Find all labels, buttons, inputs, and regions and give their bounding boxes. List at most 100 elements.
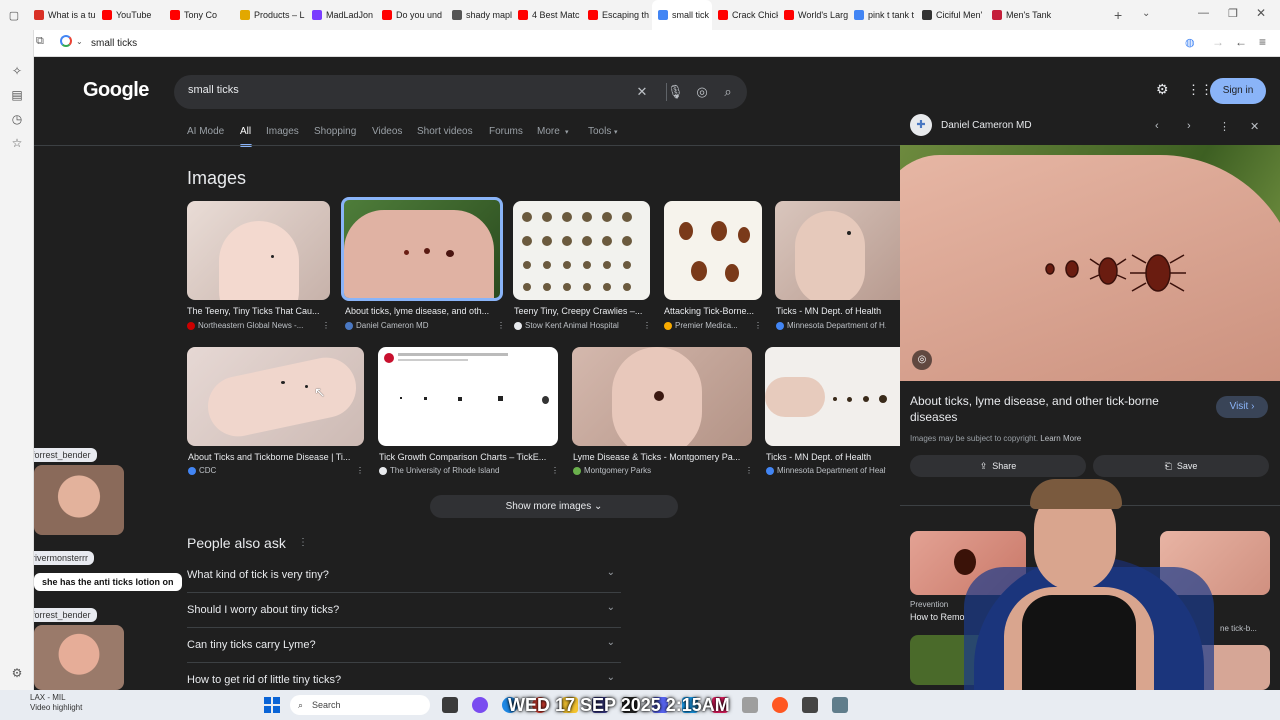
tab-list-chevron-icon[interactable]: ⌄ (1142, 8, 1150, 19)
app-icon-6[interactable] (772, 697, 788, 713)
image-source[interactable]: CDC (188, 466, 350, 475)
back-icon[interactable]: ← (1235, 35, 1247, 49)
image-source[interactable]: Minnesota Department of Health (766, 466, 886, 475)
prev-image-icon[interactable]: ‹ (1155, 120, 1159, 132)
preview-image[interactable]: ◎ (900, 145, 1280, 381)
image-source[interactable]: Daniel Cameron MD (345, 321, 491, 330)
taskbar-search[interactable]: ⌕ Search (290, 695, 430, 715)
expand-chevron-icon[interactable]: ⌄ (607, 637, 615, 648)
paa-more-options-icon[interactable]: ⋮ (298, 537, 308, 548)
clear-search-icon[interactable]: ✕ (634, 84, 650, 100)
settings-gear-icon[interactable]: ⚙ (10, 666, 24, 680)
nav-tab-forums[interactable]: Forums (489, 126, 523, 137)
image-more-icon[interactable]: ⋮ (643, 321, 651, 330)
nav-tab-more[interactable]: More (537, 126, 560, 137)
learn-more-link[interactable]: Learn More (1040, 434, 1081, 443)
visit-button[interactable]: Visit › (1216, 396, 1268, 418)
image-more-icon[interactable]: ⋮ (497, 321, 505, 330)
new-tab-icon[interactable]: + (1114, 7, 1122, 23)
image-thumb-2-selected[interactable] (341, 197, 503, 301)
image-source[interactable]: Premier Medica... (664, 321, 748, 330)
image-caption[interactable]: Attacking Tick-Borne... (664, 306, 762, 316)
image-thumb-6[interactable] (187, 347, 364, 446)
image-more-icon[interactable]: ⋮ (754, 321, 762, 330)
image-thumb-7[interactable] (378, 347, 558, 446)
expand-chevron-icon[interactable]: ⌄ (607, 602, 615, 613)
task-view-icon[interactable] (442, 697, 458, 713)
tab-4[interactable]: Products – L (234, 0, 306, 30)
image-caption[interactable]: Tick Growth Comparison Charts – TickE... (379, 452, 559, 462)
tab-5[interactable]: MadLadJon (306, 0, 376, 30)
image-caption[interactable]: About Ticks and Tickborne Disease | Ti..… (188, 452, 364, 462)
nav-tab-short-videos[interactable]: Short videos (417, 126, 473, 137)
nav-tab-tools[interactable]: Tools (588, 126, 611, 137)
close-window-icon[interactable]: ✕ (1256, 6, 1266, 20)
lens-icon[interactable]: ◎ (912, 350, 932, 370)
save-button[interactable]: ⎗ Save (1093, 455, 1269, 477)
image-source[interactable]: Stow Kent Animal Hospital (514, 321, 637, 330)
search-box[interactable]: small ticks ✕ 🎙 ◎ ⌕ (174, 75, 747, 109)
lens-search-icon[interactable]: ◎ (694, 84, 710, 100)
search-input[interactable]: small ticks (188, 84, 239, 96)
google-logo[interactable]: Google (83, 79, 149, 102)
tab-7[interactable]: shady mapl (446, 0, 512, 30)
paa-question[interactable]: Should I worry about tiny ticks? ⌄ (187, 593, 621, 628)
image-source[interactable]: Montgomery Parks (573, 466, 739, 475)
image-source[interactable]: The University of Rhode Island (379, 466, 545, 475)
image-more-icon[interactable]: ⋮ (551, 466, 559, 475)
tab-13[interactable]: pink t tank t (848, 0, 916, 30)
image-thumb-1[interactable] (187, 201, 330, 300)
ai-sparkle-icon[interactable]: ✧ (10, 64, 24, 78)
image-caption[interactable]: The Teeny, Tiny Ticks That Cau... (187, 306, 330, 316)
forward-icon[interactable]: → (1212, 35, 1224, 49)
nav-tab-ai-mode[interactable]: AI Mode (187, 126, 224, 137)
paa-question[interactable]: Can tiny ticks carry Lyme? ⌄ (187, 628, 621, 663)
image-more-icon[interactable]: ⋮ (356, 466, 364, 475)
panel-source-name[interactable]: Daniel Cameron MD (941, 120, 1032, 131)
next-image-icon[interactable]: › (1187, 120, 1191, 132)
image-source[interactable]: Minnesota Department of H... (776, 321, 886, 330)
maximize-icon[interactable]: ❐ (1228, 7, 1238, 20)
share-button[interactable]: ⇪ Share (910, 455, 1086, 477)
history-icon[interactable]: ◷ (10, 112, 24, 126)
tab-actions-icon[interactable]: ▢ (0, 0, 28, 30)
image-thumb-8[interactable] (572, 347, 752, 446)
panel-more-icon[interactable]: ⋮ (1219, 120, 1230, 133)
tab-15[interactable]: Men's Tank (986, 0, 1056, 30)
voice-search-icon[interactable]: 🎙 (667, 84, 684, 100)
image-caption[interactable]: Ticks - MN Dept. of Health (766, 452, 900, 462)
app-icon-8[interactable] (832, 697, 848, 713)
image-thumb-9[interactable] (765, 347, 900, 446)
image-caption[interactable]: About ticks, lyme disease, and oth... (345, 306, 505, 316)
tab-10[interactable]: small tick✕ (652, 0, 712, 30)
panel-title[interactable]: About ticks, lyme disease, and other tic… (910, 393, 1190, 425)
nav-tab-shopping[interactable]: Shopping (314, 126, 356, 137)
tab-11[interactable]: Crack Chick (712, 0, 778, 30)
image-source[interactable]: Northeastern Global News -... (187, 321, 316, 330)
image-thumb-5[interactable] (775, 201, 900, 300)
settings-icon[interactable]: ⚙ (1156, 81, 1169, 98)
menu-icon[interactable]: ≡ (1259, 35, 1266, 49)
image-more-icon[interactable]: ⋮ (322, 321, 330, 330)
app-icon-5[interactable] (742, 697, 758, 713)
close-panel-icon[interactable]: ✕ (1250, 120, 1259, 133)
image-caption[interactable]: Ticks - MN Dept. of Health (776, 306, 900, 316)
image-more-icon[interactable]: ⋮ (745, 466, 753, 475)
paa-question[interactable]: How to get rid of little tiny ticks? ⌄ (187, 663, 621, 690)
windows-start-icon[interactable] (264, 697, 280, 713)
image-caption[interactable]: Teeny Tiny, Creepy Crawlies –... (514, 306, 651, 316)
url-field[interactable]: small ticks (91, 38, 137, 49)
image-caption[interactable]: Lyme Disease & Ticks - Montgomery Pa... (573, 452, 753, 462)
nav-tab-images[interactable]: Images (266, 126, 299, 137)
minimize-icon[interactable]: — (1198, 7, 1209, 19)
app-icon-7[interactable] (802, 697, 818, 713)
translate-icon[interactable]: ◍ (1185, 36, 1195, 49)
nav-tab-all[interactable]: All (240, 126, 251, 137)
tab-14[interactable]: Ciciful Men' (916, 0, 986, 30)
tab-9[interactable]: Escaping th (582, 0, 652, 30)
bookmark-icon[interactable]: ☆ (10, 136, 24, 150)
nav-tab-videos[interactable]: Videos (372, 126, 402, 137)
tab-3[interactable]: Tony Co (164, 0, 234, 30)
tab-8[interactable]: 4 Best Matc (512, 0, 582, 30)
tab-2[interactable]: YouTube (96, 0, 164, 30)
